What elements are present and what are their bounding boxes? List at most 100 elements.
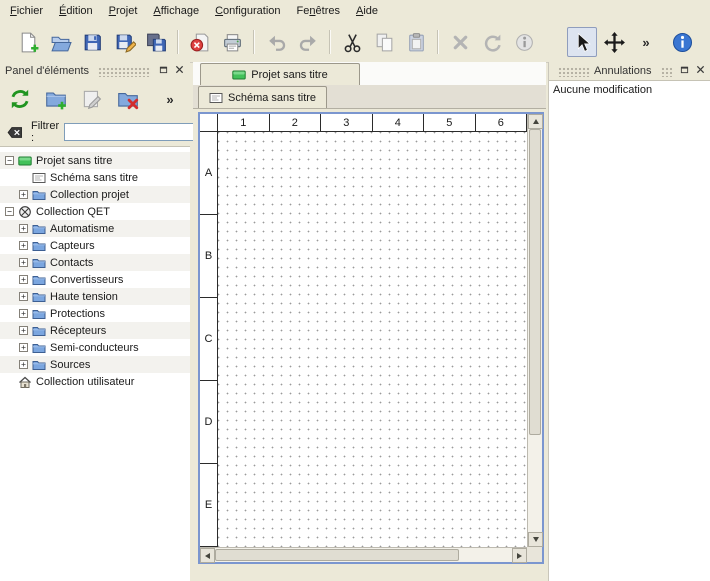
menu-item-label: êtres <box>316 5 340 17</box>
undo-icon <box>265 31 288 54</box>
tree-item-label: Convertisseurs <box>50 274 123 286</box>
tree-item-contacts[interactable]: +Contacts <box>0 254 190 271</box>
left-arrow-icon <box>205 553 210 559</box>
menu-item-configuration[interactable]: Configuration <box>207 1 288 21</box>
delete-button[interactable] <box>445 27 475 57</box>
copy-button[interactable] <box>369 27 399 57</box>
tree-expander-plus[interactable]: + <box>19 258 28 267</box>
tree-item-sources[interactable]: +Sources <box>0 356 190 373</box>
scroll-right-button[interactable] <box>512 548 527 563</box>
tree-item-haute-tension[interactable]: +Haute tension <box>0 288 190 305</box>
float-panel-button[interactable] <box>155 64 171 79</box>
select-mode-button[interactable] <box>567 27 597 57</box>
elements-panel-toolbar: » <box>0 80 190 118</box>
close-panel-button[interactable] <box>692 64 708 79</box>
print-button[interactable] <box>217 27 247 57</box>
tree-item-label: Capteurs <box>50 240 95 252</box>
paste-button[interactable] <box>401 27 431 57</box>
dock-grip[interactable] <box>98 67 151 77</box>
elements-panel-header: Panel d'éléments <box>0 62 190 80</box>
tree-expander-plus[interactable]: + <box>19 275 28 284</box>
delete-element-button[interactable] <box>113 84 143 114</box>
menu-item-fichier[interactable]: Fichier <box>2 1 51 21</box>
vertical-scroll-thumb[interactable] <box>529 129 541 435</box>
tree-expander-plus[interactable]: + <box>19 360 28 369</box>
horizontal-scrollbar[interactable] <box>200 547 527 562</box>
diagram-canvas[interactable] <box>218 132 527 547</box>
tree-item-protections[interactable]: +Protections <box>0 305 190 322</box>
down-arrow-icon <box>533 537 539 542</box>
vertical-scroll-track[interactable] <box>528 129 542 532</box>
diagram-view: 123456 ABCDE <box>198 112 544 564</box>
save-all-button[interactable] <box>141 27 171 57</box>
tree-expander-plus[interactable]: + <box>19 241 28 250</box>
menu-item-fenetres[interactable]: Fenêtres <box>289 1 348 21</box>
redo-button[interactable] <box>293 27 323 57</box>
tree-item-semi-conducteurs[interactable]: +Semi-conducteurs <box>0 339 190 356</box>
row-header-cell: A <box>200 132 217 215</box>
tree-item-recepteurs[interactable]: +Récepteurs <box>0 322 190 339</box>
new-document-icon <box>17 31 40 54</box>
tree-expander-minus[interactable]: − <box>5 156 14 165</box>
tree-expander-plus[interactable]: + <box>19 309 28 318</box>
scroll-left-button[interactable] <box>200 548 215 563</box>
toolbar-overflow-button[interactable]: » <box>631 27 661 57</box>
save-as-button[interactable] <box>109 27 139 57</box>
edit-element-button[interactable] <box>77 84 107 114</box>
toolbar-separator <box>177 30 179 54</box>
vertical-scrollbar[interactable] <box>527 114 542 547</box>
project-tab[interactable]: Projet sans titre <box>200 63 360 85</box>
tree-item-collection-projet[interactable]: +Collection projet <box>0 186 190 203</box>
horizontal-scroll-track[interactable] <box>215 548 512 562</box>
tree-expander-plus[interactable]: + <box>19 292 28 301</box>
close-panel-button[interactable] <box>171 64 187 79</box>
menu-item-edition[interactable]: Édition <box>51 1 101 21</box>
menu-item-aide[interactable]: Aide <box>348 1 386 21</box>
dock-grip[interactable] <box>558 67 590 77</box>
rotate-button[interactable] <box>477 27 507 57</box>
open-document-button[interactable] <box>45 27 75 57</box>
menu-item-affichage[interactable]: Affichage <box>145 1 207 21</box>
new-document-button[interactable] <box>13 27 43 57</box>
cut-button[interactable] <box>337 27 367 57</box>
tree-item-projet-sans-titre[interactable]: −Projet sans titre <box>0 152 190 169</box>
panel-overflow-button[interactable]: » <box>155 84 185 114</box>
filter-label: Filtrer : <box>31 120 59 144</box>
menu-item-projet[interactable]: Projet <box>101 1 146 21</box>
reload-collections-button[interactable] <box>5 84 35 114</box>
save-as-icon <box>113 31 136 54</box>
close-document-button[interactable] <box>185 27 215 57</box>
horizontal-scroll-thumb[interactable] <box>215 549 459 561</box>
qelectrotech-window: FichierÉditionProjetAffichageConfigurati… <box>0 0 710 581</box>
tree-item-convertisseurs[interactable]: + Convertisseurs <box>0 271 190 288</box>
scroll-up-button[interactable] <box>528 114 543 129</box>
schema-tab[interactable]: Schéma sans titre <box>198 86 327 108</box>
scroll-mode-button[interactable] <box>599 27 629 57</box>
dock-grip[interactable] <box>661 67 673 77</box>
tree-item-automatisme[interactable]: +Automatisme <box>0 220 190 237</box>
column-header-cell: 1 <box>218 114 270 131</box>
tree-item-label: Collection QET <box>36 206 110 218</box>
tree-item-schema-sans-titre[interactable]: Schéma sans titre <box>0 169 190 186</box>
undo-panel-title: Annulations <box>594 65 652 77</box>
conductor-info-button[interactable] <box>509 27 539 57</box>
row-header-cell: E <box>200 464 217 547</box>
undo-button[interactable] <box>261 27 291 57</box>
tree-expander-plus[interactable]: + <box>19 224 28 233</box>
tree-item-collection-qet[interactable]: − Collection QET <box>0 203 190 220</box>
save-button[interactable] <box>77 27 107 57</box>
tree-item-collection-utilisateur[interactable]: Collection utilisateur <box>0 373 190 390</box>
about-button[interactable] <box>667 27 697 57</box>
folder-icon <box>32 222 46 236</box>
right-arrow-icon <box>517 553 522 559</box>
tree-item-capteurs[interactable]: + Capteurs <box>0 237 190 254</box>
tree-expander-plus[interactable]: + <box>19 343 28 352</box>
clear-filter-button[interactable] <box>4 122 26 142</box>
tree-expander-minus[interactable]: − <box>5 207 14 216</box>
tree-expander-plus[interactable]: + <box>19 190 28 199</box>
tree-expander-plus[interactable]: + <box>19 326 28 335</box>
scroll-down-button[interactable] <box>528 532 543 547</box>
row-header-cell: B <box>200 215 217 298</box>
new-element-button[interactable] <box>41 84 71 114</box>
float-panel-button[interactable] <box>676 64 692 79</box>
